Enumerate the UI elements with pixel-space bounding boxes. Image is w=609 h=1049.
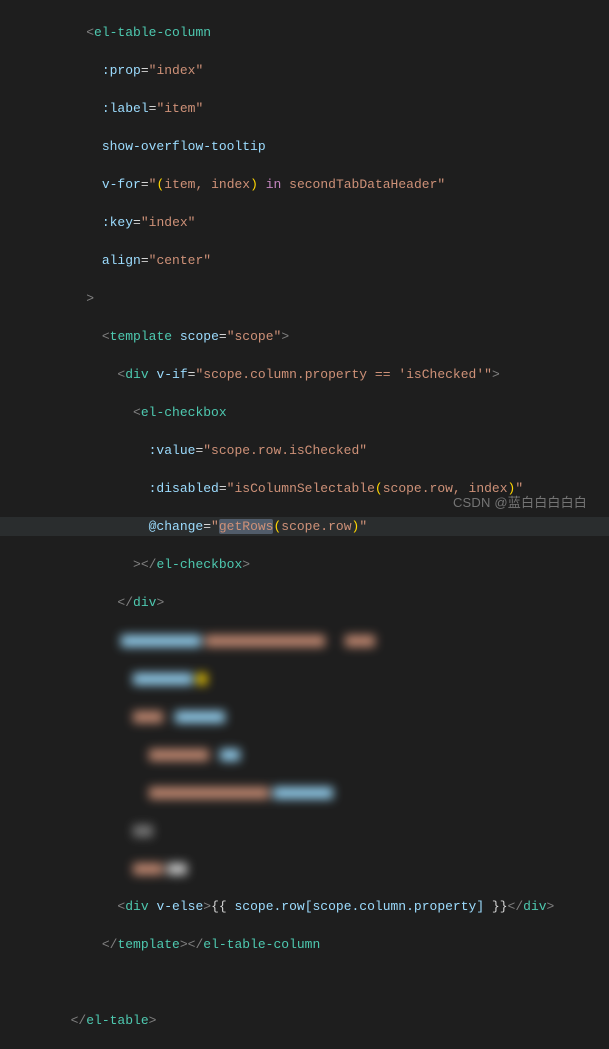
code-line: show-overflow-tooltip	[0, 137, 609, 156]
code-line: <el-checkbox	[0, 403, 609, 422]
obscured-code	[0, 859, 609, 878]
code-line: :value="scope.row.isChecked"	[0, 441, 609, 460]
obscured-code	[0, 821, 609, 840]
code-line: ></el-checkbox>	[0, 555, 609, 574]
obscured-code	[0, 631, 609, 650]
code-line: </div>	[0, 593, 609, 612]
code-line: <div v-else>{{ scope.row[scope.column.pr…	[0, 897, 609, 916]
code-line: <el-table-column	[0, 23, 609, 42]
code-line: <template scope="scope">	[0, 327, 609, 346]
code-line: v-for="(item, index) in secondTabDataHea…	[0, 175, 609, 194]
obscured-code	[0, 745, 609, 764]
code-line-highlighted: @change="getRows(scope.row)"	[0, 517, 609, 536]
code-line: :prop="index"	[0, 61, 609, 80]
obscured-code	[0, 783, 609, 802]
code-line: >	[0, 289, 609, 308]
code-line: align="center"	[0, 251, 609, 270]
watermark-text: CSDN @蓝白白白白白	[453, 493, 587, 512]
obscured-code	[0, 669, 609, 688]
obscured-code	[0, 707, 609, 726]
code-line: <div v-if="scope.column.property == 'isC…	[0, 365, 609, 384]
code-editor[interactable]: <el-table-column :prop="index" :label="i…	[0, 0, 609, 1049]
code-line: :label="item"	[0, 99, 609, 118]
code-line: :key="index"	[0, 213, 609, 232]
code-line: </template></el-table-column	[0, 935, 609, 954]
code-line	[0, 973, 609, 992]
code-line: </el-table>	[0, 1011, 609, 1030]
